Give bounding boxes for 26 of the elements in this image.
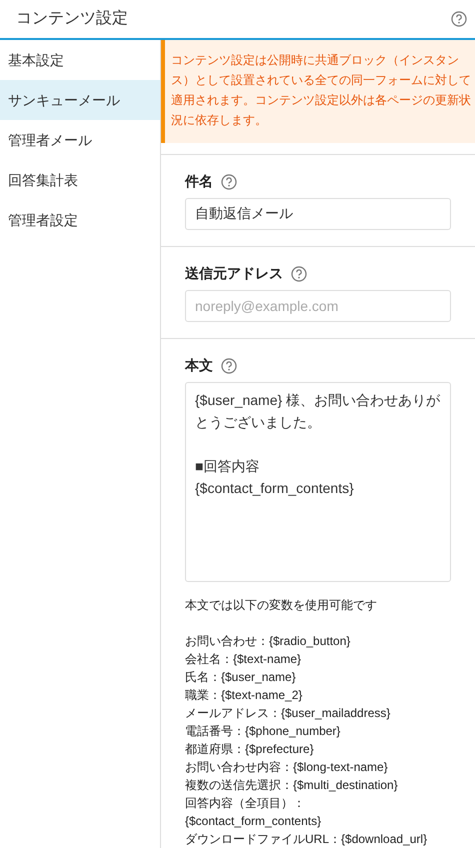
variable-line: 電話番号：{$phone_number} <box>185 723 342 740</box>
variable-line: ダウンロードファイルURL：{$download_url} <box>185 831 428 848</box>
variable-line: 会社名：{$text-name} <box>185 651 302 668</box>
variable-line: メールアドレス：{$user_mailaddress} <box>185 705 392 722</box>
variable-line: {$contact_form_contents} <box>185 813 322 830</box>
variable-line: 複数の送信先選択：{$multi_destination} <box>185 777 399 794</box>
variable-line: 職業：{$text-name_2} <box>185 687 304 704</box>
field-label: 件名 <box>185 172 213 191</box>
variables-intro: 本文では以下の変数を使用可能です <box>185 597 378 614</box>
variable-line: お問い合わせ内容：{$long-text-name} <box>185 759 389 776</box>
notice-message: コンテンツ設定は公開時に共通ブロック（インスタンス）として設置されている全ての同一フォームに対して適用されます。コンテンツ設定以外は各ページの更新状況に依存します。 <box>161 40 475 143</box>
help-icon[interactable] <box>221 174 237 190</box>
sidebar-item[interactable]: サンキューメール <box>0 80 160 120</box>
variable-line: お問い合わせ：{$radio_button} <box>185 633 352 650</box>
body-textarea[interactable]: {$user_name} 様、お問い合わせありがとうございました。 ■回答内容 {$contact_form_contents} <box>185 382 451 582</box>
variable-line: 回答内容（全項目）： <box>185 795 306 812</box>
text-field[interactable]: noreply@example.com <box>185 290 451 322</box>
help-icon[interactable] <box>451 11 467 27</box>
field-label: 送信元アドレス <box>185 264 283 283</box>
variable-line: 都道府県：{$prefecture} <box>185 741 315 758</box>
field-label: 本文 <box>185 356 213 375</box>
variable-line: 氏名：{$user_name} <box>185 669 297 686</box>
help-icon[interactable] <box>221 358 237 374</box>
help-icon[interactable] <box>291 266 307 282</box>
text-field[interactable]: 自動返信メール <box>185 198 451 230</box>
panel-title: コンテンツ設定 <box>16 8 128 29</box>
